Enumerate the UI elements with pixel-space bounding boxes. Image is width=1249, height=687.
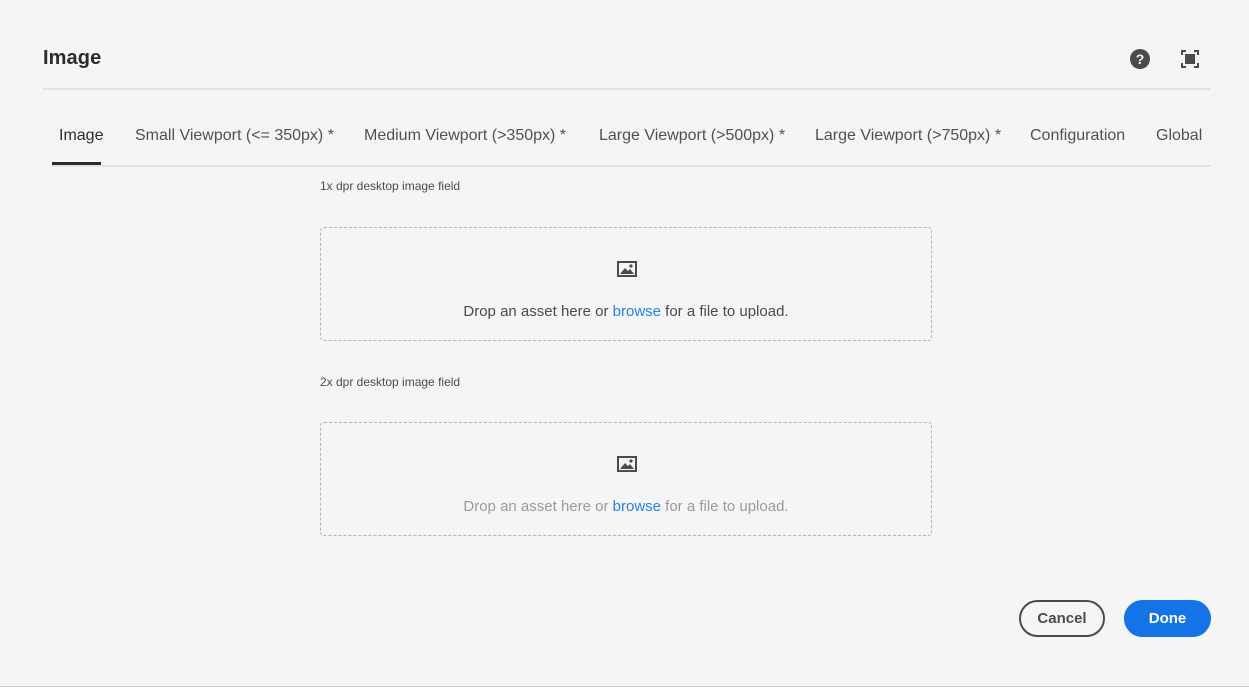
field-label-2x: 2x dpr desktop image field bbox=[320, 375, 461, 389]
dropzone-text: Drop an asset here or browse for a file … bbox=[321, 303, 931, 320]
tab-small-viewport[interactable]: Small Viewport (<= 350px) * bbox=[135, 127, 334, 145]
active-tab-indicator bbox=[52, 162, 101, 165]
dropzone-text-before: Drop an asset here or bbox=[463, 498, 613, 515]
dropzone-text: Drop an asset here or browse for a file … bbox=[321, 498, 931, 515]
dropzone-text-after: for a file to upload. bbox=[661, 303, 789, 320]
fullscreen-icon[interactable] bbox=[1180, 49, 1200, 69]
cancel-button[interactable]: Cancel bbox=[1019, 600, 1105, 637]
tab-configuration[interactable]: Configuration bbox=[1030, 127, 1125, 145]
dropzone-text-after: for a file to upload. bbox=[661, 498, 789, 515]
tab-image[interactable]: Image bbox=[59, 127, 103, 145]
dialog-title: Image bbox=[43, 47, 102, 69]
image-icon bbox=[617, 456, 637, 472]
help-icon[interactable]: ? bbox=[1130, 49, 1150, 69]
browse-link[interactable]: browse bbox=[613, 303, 661, 320]
tab-global[interactable]: Global bbox=[1156, 127, 1202, 145]
dialog-header: Image ? bbox=[43, 36, 1211, 90]
browse-link[interactable]: browse bbox=[613, 498, 661, 515]
tab-medium-viewport[interactable]: Medium Viewport (>350px) * bbox=[364, 127, 566, 145]
tab-list: Image Small Viewport (<= 350px) * Medium… bbox=[52, 116, 1211, 167]
image-dialog: Image ? Image Small Viewport (<= 350px) … bbox=[0, 0, 1249, 687]
dropzone-2x[interactable]: Drop an asset here or browse for a file … bbox=[320, 422, 932, 536]
done-button[interactable]: Done bbox=[1124, 600, 1211, 637]
dropzone-text-before: Drop an asset here or bbox=[463, 303, 613, 320]
tab-large-viewport-500[interactable]: Large Viewport (>500px) * bbox=[599, 127, 785, 145]
dropzone-1x[interactable]: Drop an asset here or browse for a file … bbox=[320, 227, 932, 341]
tab-large-viewport-750[interactable]: Large Viewport (>750px) * bbox=[815, 127, 1001, 145]
field-label-1x: 1x dpr desktop image field bbox=[320, 179, 461, 193]
image-icon bbox=[617, 261, 637, 277]
